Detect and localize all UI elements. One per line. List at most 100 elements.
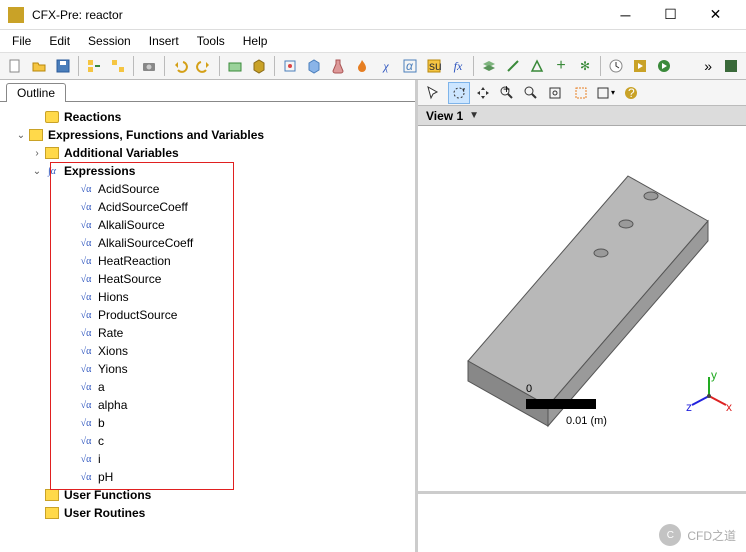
menu-session[interactable]: Session [80,32,139,50]
expression-label: alpha [98,398,127,412]
triangle-icon[interactable] [526,55,548,77]
tree-import-icon[interactable] [83,55,105,77]
menu-file[interactable]: File [4,32,39,50]
tree-expression-item[interactable]: √αHeatReaction [10,252,415,270]
select-icon[interactable] [570,82,592,104]
save-icon[interactable] [52,55,74,77]
expression-icon: √α [78,182,94,196]
tree-efv[interactable]: ⌄Expressions, Functions and Variables [10,126,415,144]
tree-additional-variables[interactable]: ›Additional Variables [10,144,415,162]
expression-label: a [98,380,105,394]
flame-icon[interactable] [351,55,373,77]
tree-expression-item[interactable]: √αa [10,378,415,396]
open-icon[interactable] [28,55,50,77]
tree-reactions[interactable]: Reactions [10,108,415,126]
viewport-3d[interactable]: 0 0.01 (m) y x z [418,126,746,494]
view-dropdown-icon[interactable]: ▼ [469,110,479,121]
tree-expressions[interactable]: ⌄∫αExpressions [10,162,415,180]
tree-expression-item[interactable]: √αYions [10,360,415,378]
run-icon[interactable] [653,55,675,77]
expression-icon: √α [78,434,94,448]
new-icon[interactable] [4,55,26,77]
expression-icon: √α [78,308,94,322]
minimize-button[interactable]: ─ [603,1,648,29]
tree-expression-item[interactable]: √αRate [10,324,415,342]
view-header[interactable]: View 1▼ [418,106,746,126]
undo-icon[interactable] [169,55,191,77]
toolbar-overflow[interactable]: » [698,58,718,74]
alpha-icon[interactable]: α [399,55,421,77]
expression-icon: √α [78,272,94,286]
menu-edit[interactable]: Edit [41,32,78,50]
tree-export-icon[interactable] [107,55,129,77]
redo-icon[interactable] [193,55,215,77]
pointer-icon[interactable] [422,82,444,104]
camera-icon[interactable] [138,55,160,77]
tree-expression-item[interactable]: √αpH [10,468,415,486]
expression-label: HeatSource [98,272,161,286]
analysis-icon[interactable] [279,55,301,77]
tree-expression-item[interactable]: √αAcidSourceCoeff [10,198,415,216]
tree-expression-item[interactable]: √αProductSource [10,306,415,324]
tree-expression-item[interactable]: √α Xions [10,342,415,360]
clock-icon[interactable] [605,55,627,77]
outline-tree[interactable]: Reactions ⌄Expressions, Functions and Va… [0,102,415,552]
watermark-icon: C [659,524,681,546]
tree-expression-item[interactable]: √αAlkaliSource [10,216,415,234]
app-icon [8,7,24,23]
right-panel: + ▾ ? View 1▼ 0 0.01 ( [418,80,746,552]
rotate-icon[interactable] [448,82,470,104]
sub-icon[interactable]: sub [423,55,445,77]
fit-icon[interactable] [544,82,566,104]
expression-label: AcidSource [98,182,159,196]
star-icon[interactable]: ✻ [574,55,596,77]
menu-help[interactable]: Help [235,32,276,50]
zoom-in-icon[interactable]: + [496,82,518,104]
wireframe-icon[interactable]: ▾ [594,82,616,104]
svg-text:sub: sub [429,59,442,73]
svg-text:+: + [503,85,510,96]
mesh-icon[interactable] [224,55,246,77]
expression-icon: √α [78,398,94,412]
menu-insert[interactable]: Insert [141,32,187,50]
tree-expression-item[interactable]: √αc [10,432,415,450]
expression-icon: √α [78,344,94,358]
slash-icon[interactable] [502,55,524,77]
pan-icon[interactable] [472,82,494,104]
tree-expression-item[interactable]: √αHions [10,288,415,306]
ruler-scale: 0.01 (m) [566,415,607,427]
tab-outline[interactable]: Outline [6,83,66,102]
menubar: File Edit Session Insert Tools Help [0,30,746,52]
menu-tools[interactable]: Tools [189,32,233,50]
tree-expression-item[interactable]: √α alpha [10,396,415,414]
maximize-button[interactable]: ☐ [648,1,693,29]
play-box-icon[interactable] [629,55,651,77]
tree-expression-item[interactable]: √αi [10,450,415,468]
domain-icon[interactable] [303,55,325,77]
tree-expression-item[interactable]: √αAlkaliSourceCoeff [10,234,415,252]
color-icon[interactable] [720,55,742,77]
tree-user-routines[interactable]: User Routines [10,504,415,522]
view-toolbar: + ▾ ? [418,80,746,106]
svg-text:z: z [686,400,692,414]
tree-expression-item[interactable]: √αb [10,414,415,432]
chi-icon[interactable]: χ [375,55,397,77]
zoom-box-icon[interactable] [520,82,542,104]
separator [473,56,474,76]
expression-label: Xions [98,344,128,358]
tree-expression-item[interactable]: √α AcidSource [10,180,415,198]
tree-user-functions[interactable]: User Functions [10,486,415,504]
plus-icon[interactable]: + [550,55,572,77]
close-button[interactable]: ✕ [693,1,738,29]
flask-icon[interactable] [327,55,349,77]
axis-triad[interactable]: y x z [684,371,734,421]
outline-panel: Outline Reactions ⌄Expressions, Function… [0,80,418,552]
help-icon[interactable]: ? [620,82,642,104]
main-toolbar: χ α sub fx + ✻ » [0,52,746,80]
layers-icon[interactable] [478,55,500,77]
fx-icon[interactable]: fx [447,55,469,77]
expression-label: pH [98,470,113,484]
box-icon[interactable] [248,55,270,77]
watermark: C CFD之道 [659,524,736,546]
tree-expression-item[interactable]: √α HeatSource [10,270,415,288]
